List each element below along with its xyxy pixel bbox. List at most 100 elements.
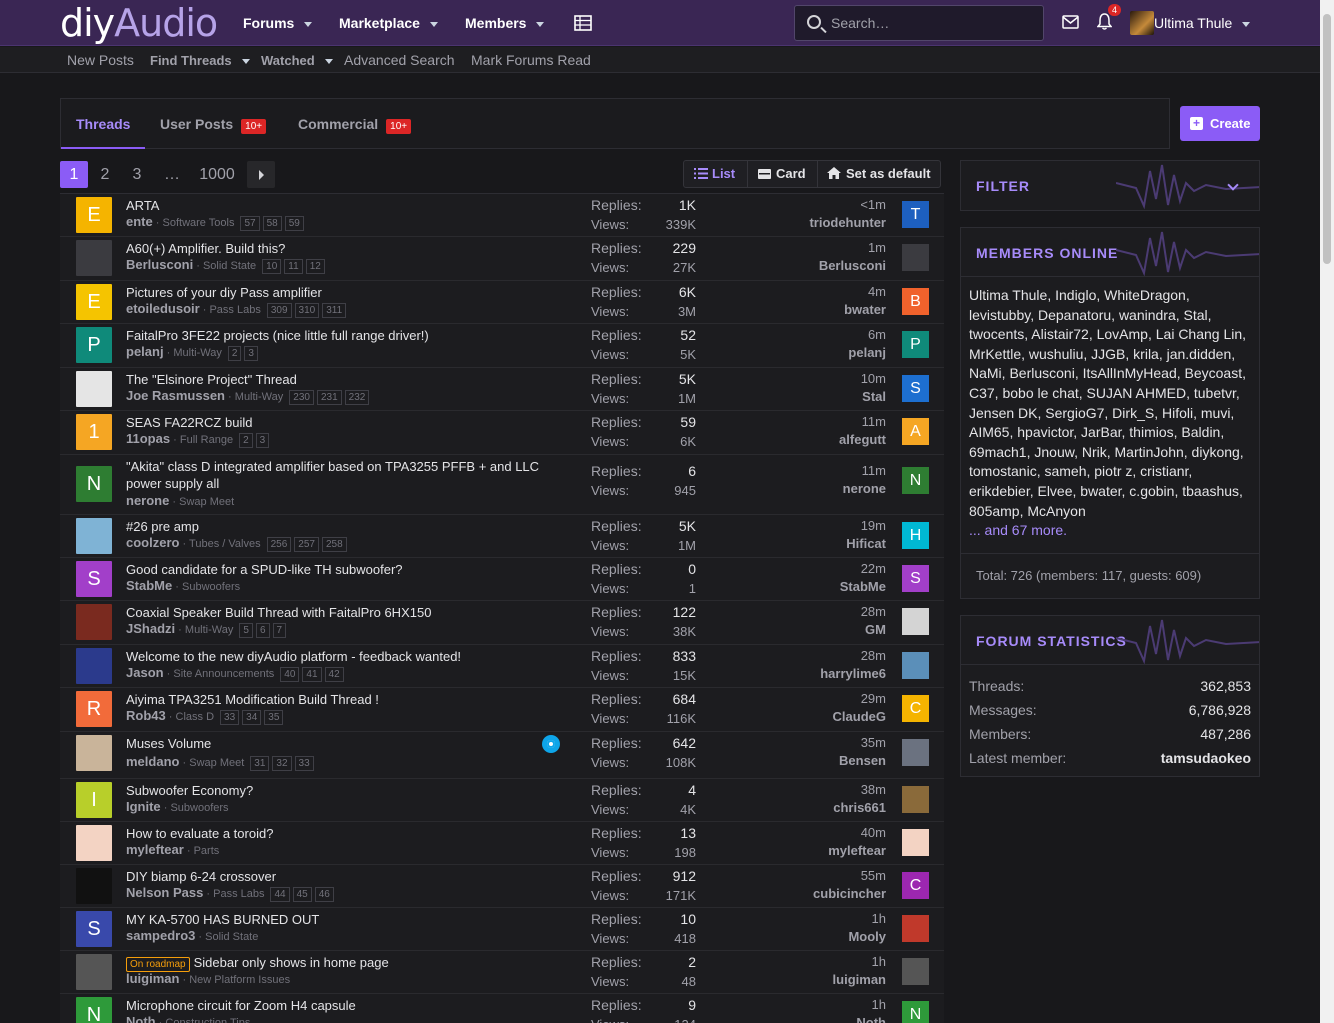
thread-title[interactable]: Aiyima TPA3251 Modification Build Thread… (126, 691, 566, 708)
page-jump-link[interactable]: 31 (250, 756, 270, 771)
more-members-link[interactable]: ... and 67 more. (969, 522, 1067, 538)
thread-author[interactable]: Jason (126, 665, 164, 680)
thread-row[interactable]: I Subwoofer Economy? Ignite · Subwoofers Re… (60, 779, 944, 822)
scrollbar-thumb[interactable] (1323, 14, 1331, 264)
thread-row[interactable]: Welcome to the new diyAudio platform - f… (60, 645, 944, 688)
last-post-time[interactable]: 28m (780, 604, 886, 619)
last-poster-avatar[interactable] (902, 652, 929, 679)
thread-title[interactable]: #26 pre amp (126, 518, 566, 535)
thread-forum[interactable]: Full Range (180, 434, 233, 446)
thread-title[interactable]: FaitalPro 3FE22 projects (nice little fu… (126, 327, 566, 344)
page-jump-link[interactable]: 57 (240, 216, 260, 231)
author-avatar[interactable]: S (76, 561, 112, 597)
page-jump-link[interactable]: 11 (284, 259, 303, 274)
author-avatar[interactable] (76, 604, 112, 640)
thread-title[interactable]: Pictures of your diy Pass amplifier (126, 284, 566, 301)
thread-author[interactable]: Nelson Pass (126, 885, 203, 900)
mail-icon[interactable] (1062, 15, 1079, 29)
last-poster[interactable]: ClaudeG (760, 709, 886, 724)
thread-row[interactable]: E Pictures of your diy Pass amplifier etoi… (60, 281, 944, 324)
tab-commercial[interactable]: Commercial 10+ (298, 116, 412, 134)
page-1[interactable]: 1 (60, 161, 88, 188)
thread-title[interactable]: Welcome to the new diyAudio platform - f… (126, 648, 566, 665)
last-poster-avatar[interactable]: N (902, 1001, 929, 1023)
thread-forum[interactable]: Tubes / Valves (189, 538, 261, 550)
thread-row[interactable]: P FaitalPro 3FE22 projects (nice little f… (60, 324, 944, 368)
thread-forum[interactable]: Pass Labs (209, 304, 260, 316)
next-page-button[interactable] (247, 161, 275, 188)
thread-author[interactable]: Rob43 (126, 708, 166, 723)
thread-forum[interactable]: Multi-Way (235, 391, 283, 403)
author-avatar[interactable] (76, 868, 112, 904)
thread-title[interactable]: The "Elsinore Project" Thread (126, 371, 566, 388)
last-poster[interactable]: GM (760, 622, 886, 637)
thread-forum[interactable]: Parts (194, 845, 220, 857)
page-jump-link[interactable]: 10 (262, 259, 282, 274)
list-view-button[interactable]: List (694, 161, 735, 187)
watched-menu[interactable]: Watched (261, 53, 333, 68)
thread-title[interactable]: Coaxial Speaker Build Thread with Faital… (126, 604, 566, 621)
last-poster-avatar[interactable] (902, 829, 929, 856)
thread-row[interactable]: How to evaluate a toroid? myleftear · Par… (60, 822, 944, 865)
last-poster-avatar[interactable] (902, 244, 929, 271)
thread-row[interactable]: R Aiyima TPA3251 Modification Build Threa… (60, 688, 944, 732)
thread-forum[interactable]: Software Tools (163, 217, 235, 229)
nav-forums[interactable]: Forums (243, 15, 313, 31)
tab-threads[interactable]: Threads (76, 116, 130, 132)
mark-forums-read-link[interactable]: Mark Forums Read (471, 52, 591, 68)
thread-row[interactable]: The "Elsinore Project" Thread Joe Rasmuss… (60, 368, 944, 411)
last-poster-avatar[interactable] (902, 915, 929, 942)
thread-title[interactable]: A60(+) Amplifier. Build this? (126, 240, 566, 257)
thread-forum[interactable]: Multi-Way (185, 624, 233, 636)
last-post-time[interactable]: 1h (780, 997, 886, 1012)
nav-members[interactable]: Members (465, 15, 545, 31)
author-avatar[interactable] (76, 371, 112, 407)
page-jump-link[interactable]: 7 (272, 623, 287, 638)
thread-forum[interactable]: Solid State (203, 260, 256, 272)
last-post-time[interactable]: 11m (780, 463, 886, 478)
last-poster[interactable]: Noth (760, 1015, 886, 1023)
author-avatar[interactable] (76, 648, 112, 684)
chevron-down-icon[interactable] (304, 21, 313, 27)
thread-title[interactable]: Subwoofer Economy? (126, 782, 566, 799)
page-jump-link[interactable]: 40 (280, 667, 300, 682)
last-post-time[interactable]: 40m (780, 825, 886, 840)
chevron-down-icon[interactable] (241, 59, 250, 65)
thread-author[interactable]: Berlusconi (126, 257, 193, 272)
page-jump-link[interactable]: 44 (270, 887, 290, 902)
thread-forum[interactable]: Subwoofers (182, 581, 240, 593)
last-post-time[interactable]: 29m (780, 691, 886, 706)
thread-row[interactable]: DIY biamp 6-24 crossover Nelson Pass · Pa… (60, 865, 944, 908)
last-poster-avatar[interactable]: H (902, 522, 929, 549)
page-scrollbar[interactable] (1320, 0, 1334, 1023)
page-jump-link[interactable]: 6 (255, 623, 270, 638)
members-online-list[interactable]: Ultima Thule, Indiglo, WhiteDragon, levi… (969, 286, 1254, 541)
user-menu[interactable]: Ultima Thule (1154, 15, 1251, 31)
last-poster-avatar[interactable]: T (902, 201, 929, 228)
latest-member-link[interactable]: tamsudaokeo (1161, 750, 1251, 766)
last-poster[interactable]: pelanj (760, 345, 886, 360)
last-poster[interactable]: alfegutt (760, 432, 886, 447)
author-avatar[interactable]: I (76, 782, 112, 818)
tab-user-posts[interactable]: User Posts 10+ (160, 116, 267, 134)
page-jump-link[interactable]: 3 (244, 346, 258, 361)
thread-row[interactable]: Muses Volume meldano · Swap Meet 31 32 33 Rep… (60, 732, 944, 779)
page-jump-link[interactable]: 257 (294, 537, 319, 552)
last-poster-avatar[interactable]: S (902, 375, 929, 402)
page-last[interactable]: 1000 (197, 161, 237, 188)
thread-author[interactable]: Ignite (126, 799, 161, 814)
author-avatar[interactable]: 1 (76, 414, 112, 450)
thread-forum[interactable]: Solid State (205, 931, 258, 943)
page-jump-link[interactable]: 3 (255, 433, 270, 448)
last-poster[interactable]: StabMe (760, 579, 886, 594)
thread-author[interactable]: myleftear (126, 842, 184, 857)
page-jump-link[interactable]: 45 (292, 887, 312, 902)
thread-forum[interactable]: Swap Meet (179, 496, 234, 508)
author-avatar[interactable]: N (76, 466, 112, 502)
thread-row[interactable]: On roadmap Sidebar only shows in home pag… (60, 951, 944, 994)
last-poster[interactable]: Hificat (760, 536, 886, 551)
thread-forum[interactable]: Site Announcements (173, 668, 274, 680)
author-avatar[interactable]: N (76, 997, 112, 1023)
author-avatar[interactable]: P (76, 327, 112, 363)
chevron-down-icon[interactable] (324, 59, 333, 65)
